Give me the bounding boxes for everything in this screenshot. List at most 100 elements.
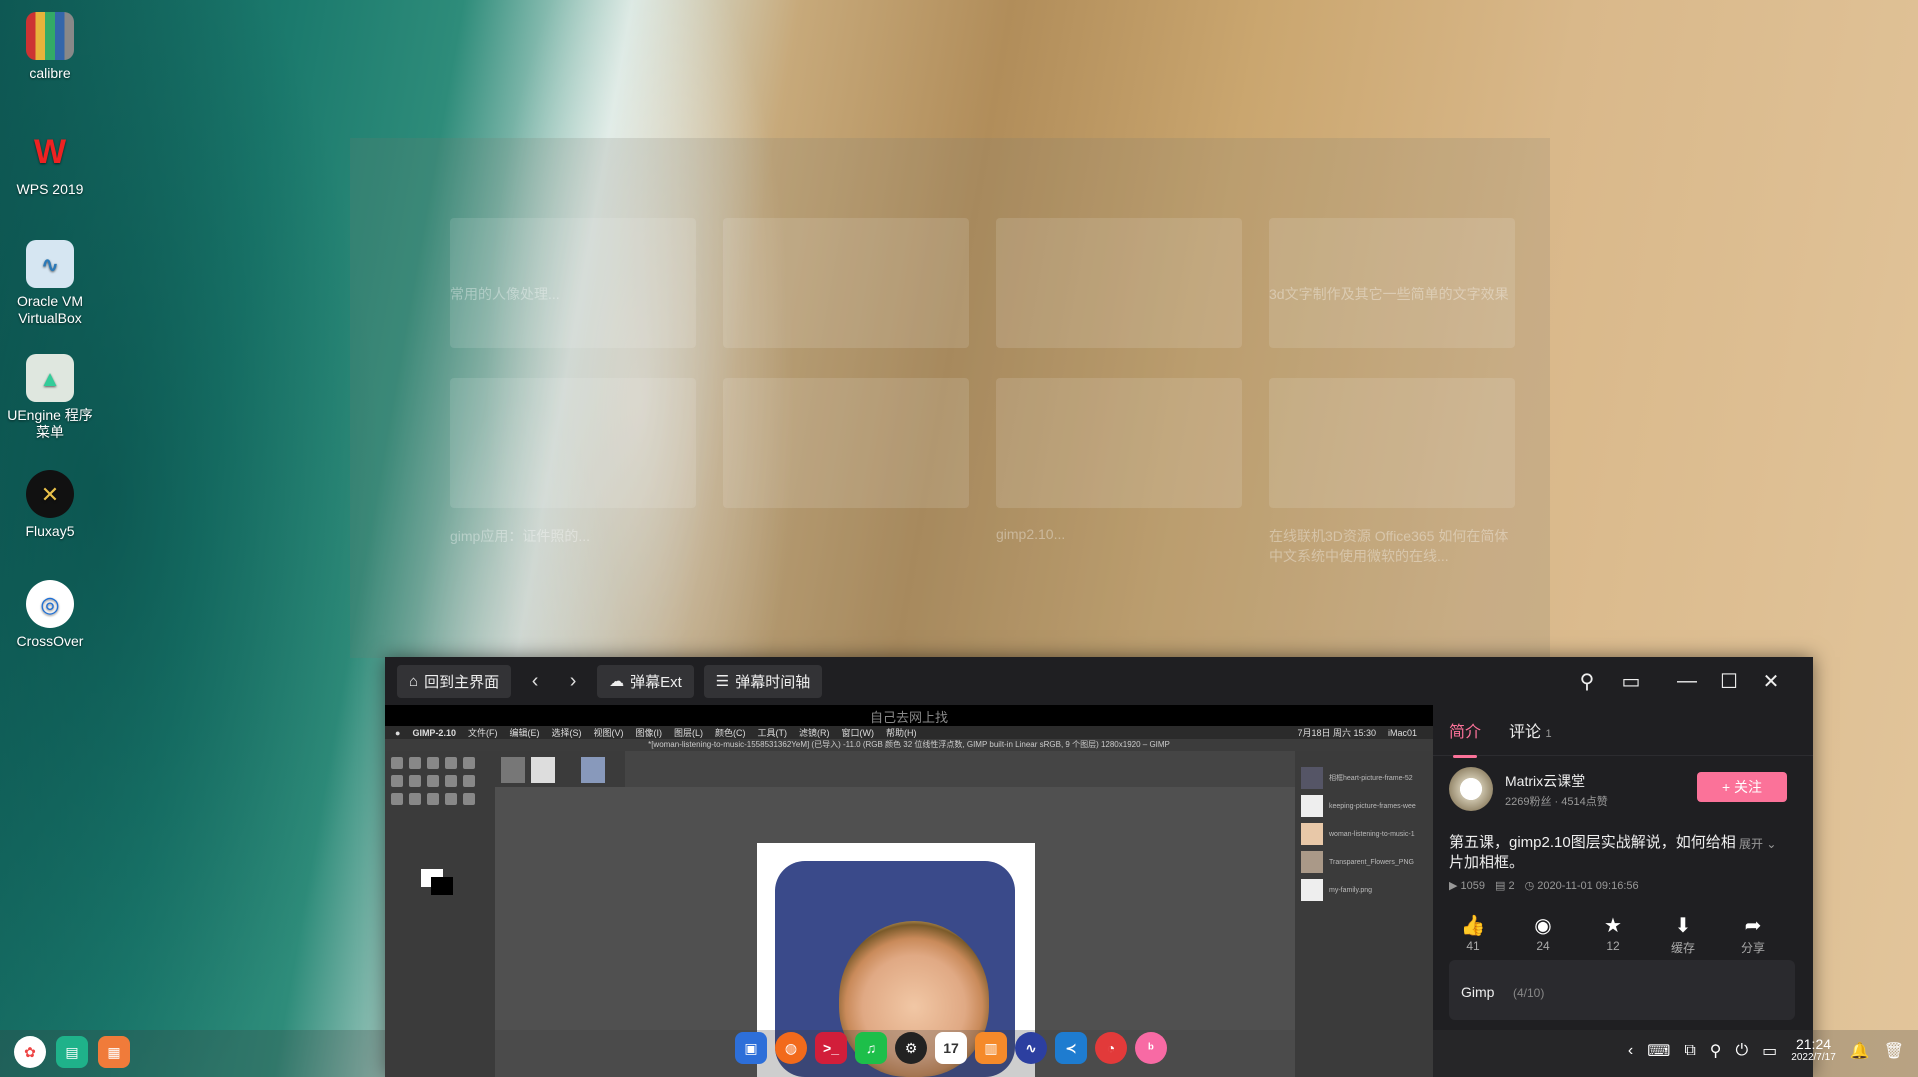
layer-row[interactable]: my-family.png: [1301, 877, 1427, 903]
home-button[interactable]: ⌂ 回到主界面: [397, 664, 512, 698]
music-icon[interactable]: ♫: [855, 1032, 887, 1064]
mac-menu-item: 滤镜(R): [798, 728, 830, 738]
share-icon: ➦: [1744, 915, 1762, 937]
download-button[interactable]: ⬇ 缓存: [1653, 913, 1713, 956]
danmaku-icon: ▤: [1495, 880, 1506, 892]
app-store-icon[interactable]: ▦: [98, 1036, 130, 1068]
clock-icon: ◷: [1524, 880, 1535, 892]
image-tab[interactable]: [531, 757, 555, 783]
ghost-video-card: [996, 218, 1242, 348]
desktop-icon-calibre[interactable]: calibre: [4, 12, 96, 82]
ghost-card-title: gimp2.10...: [996, 526, 1066, 542]
danmaku-timeline-label: 弹幕时间轴: [735, 673, 811, 691]
mac-menu-item: 窗口(W): [841, 728, 874, 738]
layer-row[interactable]: keeping-picture-frames-wee: [1301, 793, 1427, 819]
calibre-books-icon: [26, 12, 74, 60]
follow-button[interactable]: + 关注: [1697, 772, 1787, 802]
bilibili-icon[interactable]: ᵇ: [1135, 1032, 1167, 1064]
playlist-name: Gimp: [1461, 984, 1495, 1000]
back-button[interactable]: ‹: [521, 667, 549, 695]
desktop-icon-wps[interactable]: W WPS 2019: [4, 128, 96, 198]
danmaku-timeline-button[interactable]: ☰ 弹幕时间轴: [703, 664, 823, 698]
display-icon[interactable]: ▭: [1762, 1041, 1777, 1061]
netease-music-icon[interactable]: ◔: [1095, 1032, 1127, 1064]
clock-time: 21:24: [1795, 1036, 1832, 1052]
star-icon: ★: [1604, 915, 1622, 937]
mac-menu-item: 编辑(E): [509, 728, 540, 738]
chevron-right-icon: ›: [569, 669, 577, 692]
ghost-video-card: [1269, 218, 1515, 348]
close-button[interactable]: ✕: [1755, 667, 1787, 695]
ghost-video-card: [723, 218, 969, 348]
mac-menu-item: 文件(F): [467, 728, 498, 738]
coin-button[interactable]: ◉ 24: [1513, 913, 1573, 956]
trash-icon[interactable]: 🗑: [1884, 1041, 1904, 1061]
clock-date: 2022/7/17: [1791, 1052, 1836, 1063]
desktop-icon-crossover[interactable]: ◎ CrossOver: [4, 580, 96, 650]
uploader-name[interactable]: Matrix云课堂: [1505, 771, 1585, 791]
desktop-icon-label: Oracle VM VirtualBox: [16, 293, 84, 326]
desktop-icon-label: CrossOver: [16, 633, 84, 649]
expand-label: 展开: [1739, 837, 1764, 851]
apple-icon: ●: [395, 727, 401, 738]
home-button-label: 回到主界面: [424, 673, 500, 691]
tool-icon: [463, 793, 475, 805]
calendar-icon[interactable]: 17: [935, 1032, 967, 1064]
image-tab[interactable]: [501, 757, 525, 783]
maximize-button[interactable]: ☐: [1713, 667, 1745, 695]
search-icon[interactable]: ⚲: [1710, 1041, 1722, 1061]
desktop-icon-uengine[interactable]: ▲ UEngine 程序菜单: [4, 354, 96, 441]
tool-icon: [445, 775, 457, 787]
launcher-icon[interactable]: ✿: [14, 1036, 46, 1068]
forward-button[interactable]: ›: [559, 667, 587, 695]
ghost-card-title: 常用的人像处理...: [450, 286, 560, 302]
firefox-icon[interactable]: ◍: [775, 1032, 807, 1064]
gimp-window: 相框heart-picture-frame-52 keeping-picture…: [385, 751, 1433, 1077]
desktop-icon-virtualbox[interactable]: ∿ Oracle VM VirtualBox: [4, 240, 96, 327]
minimize-button[interactable]: —: [1671, 667, 1703, 695]
tab-intro[interactable]: 简介: [1449, 718, 1481, 758]
avatar[interactable]: [1449, 767, 1493, 811]
timeline-icon: ☰: [715, 673, 730, 690]
pip-button[interactable]: ▭: [1615, 667, 1647, 695]
gimp-title-bar: *[woman-listening-to-music-1558531362YeM…: [385, 739, 1433, 751]
minimize-icon: —: [1677, 669, 1697, 692]
notification-icon[interactable]: 🔔: [1850, 1041, 1870, 1061]
background-color-swatch[interactable]: [431, 877, 453, 895]
share-button[interactable]: ➦ 分享: [1723, 913, 1783, 956]
power-icon[interactable]: ⏻: [1735, 1042, 1748, 1060]
keyboard-icon[interactable]: ⌨: [1647, 1041, 1670, 1061]
favorite-button[interactable]: ★ 12: [1583, 913, 1643, 956]
like-button[interactable]: 👍 41: [1443, 913, 1503, 956]
expand-button[interactable]: 展开 ⌄: [1739, 835, 1776, 852]
download-label: 缓存: [1670, 941, 1695, 955]
multitask-icon[interactable]: ▤: [56, 1036, 88, 1068]
mac-status-time: 7月18日 周六 15:30: [1297, 728, 1376, 738]
gimp-layers-panel: 相框heart-picture-frame-52 keeping-picture…: [1295, 751, 1433, 1077]
pin-button[interactable]: ⚲: [1571, 667, 1603, 695]
vscode-icon[interactable]: ≺: [1055, 1032, 1087, 1064]
video-player[interactable]: 自己去网上找 ● GIMP-2.10 文件(F) 编辑(E) 选择(S) 视图(…: [385, 705, 1433, 1077]
desktop-icon-fluxay[interactable]: ✕ Fluxay5: [4, 470, 96, 540]
ghost-card-title: 在线联机3D资源 Office365 如何在简体中文系统中使用微软的在线...: [1269, 528, 1509, 564]
file-manager-icon[interactable]: ▣: [735, 1032, 767, 1064]
chevron-left-icon[interactable]: ‹: [1628, 1042, 1633, 1060]
layer-row[interactable]: Transparent_Flowers_PNG: [1301, 849, 1427, 875]
store-icon[interactable]: ▥: [975, 1032, 1007, 1064]
download-icon: ⬇: [1674, 915, 1692, 937]
layer-row[interactable]: 相框heart-picture-frame-52: [1301, 765, 1427, 791]
danmaku-caption: 自己去网上找: [869, 710, 948, 725]
tab-comments[interactable]: 评论 1: [1509, 718, 1552, 742]
terminal-icon[interactable]: >_: [815, 1032, 847, 1064]
tool-icon: [391, 793, 403, 805]
layer-row[interactable]: woman-listening-to-music-1: [1301, 821, 1427, 847]
action-bar: 👍 41 ◉ 24 ★ 12 ⬇ 缓存 ➦ 分享: [1443, 913, 1783, 956]
playlist-card[interactable]: Gimp (4/10): [1449, 960, 1795, 1020]
danmaku-ext-button[interactable]: ☁ 弹幕Ext: [597, 664, 694, 698]
system-monitor-icon[interactable]: ∿: [1015, 1032, 1047, 1064]
coin-count: 24: [1536, 939, 1550, 953]
settings-icon[interactable]: ⚙: [895, 1032, 927, 1064]
clock[interactable]: 21:24 2022/7/17: [1791, 1037, 1836, 1065]
screenshot-icon[interactable]: ⧉: [1684, 1042, 1695, 1060]
image-tab[interactable]: [581, 757, 605, 783]
